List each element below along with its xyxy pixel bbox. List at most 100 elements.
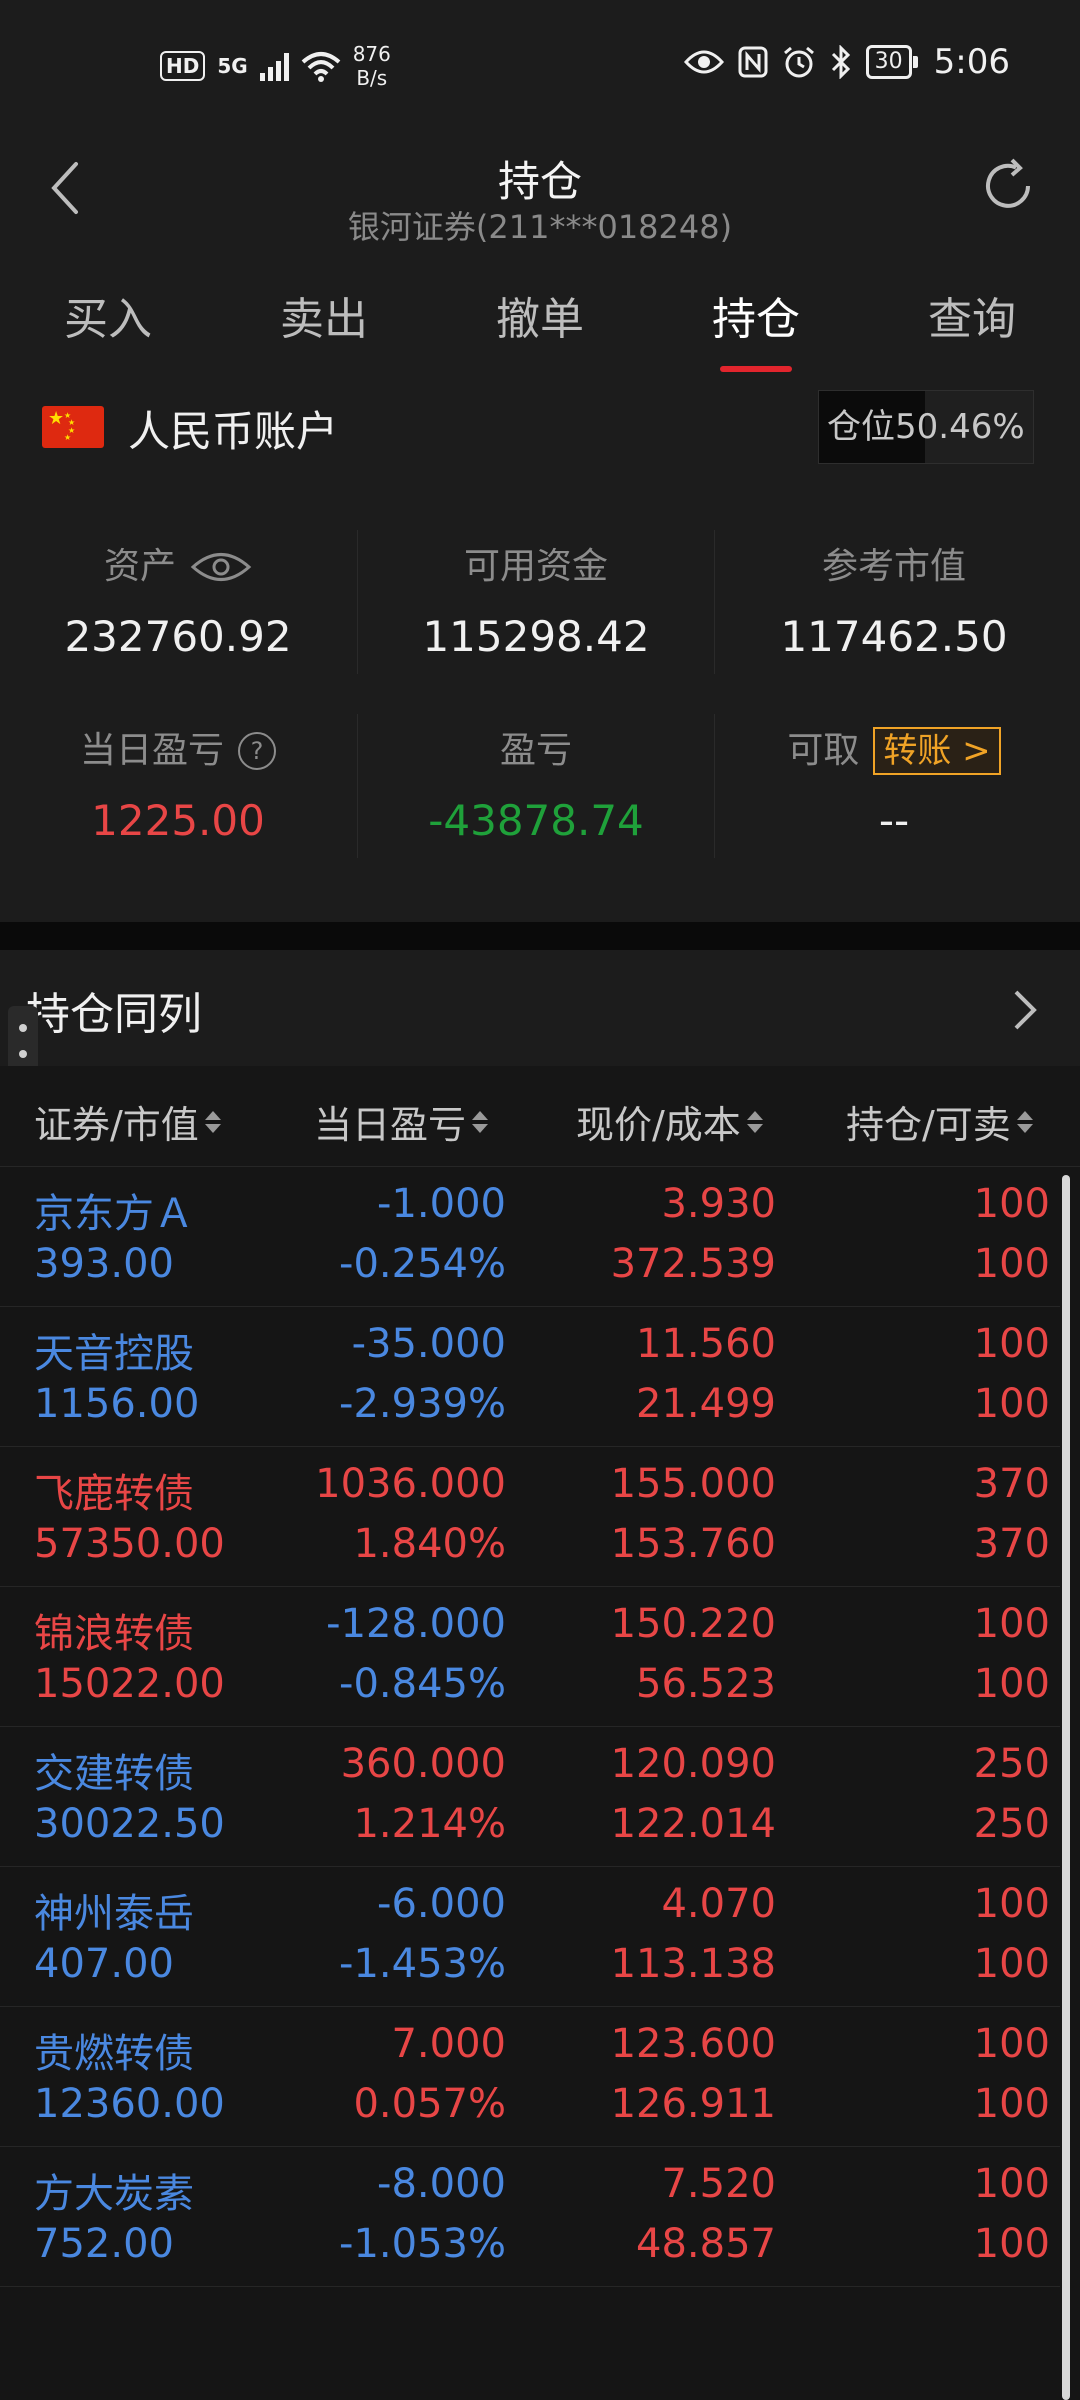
table-row[interactable]: 交建转债 30022.50 360.000 1.214% 120.090 122.014 2…: [0, 1727, 1060, 1867]
sellable-qty: 250: [973, 1801, 1050, 1847]
pl-label: 盈亏: [499, 730, 572, 771]
alarm-icon: [783, 46, 814, 78]
sellable-qty: 100: [973, 1661, 1050, 1707]
sellable-qty: 100: [973, 1381, 1050, 1427]
security-name: 锦浪转债: [34, 1611, 194, 1657]
eye-icon[interactable]: [190, 550, 252, 584]
refresh-icon[interactable]: [976, 154, 1040, 218]
daily-pl-percent: -1.053%: [339, 2221, 506, 2267]
daily-pl-value: 1225.00: [91, 796, 265, 845]
page-title: 持仓: [497, 157, 582, 206]
hd-badge: HD: [160, 51, 206, 81]
table-row[interactable]: 天音控股 1156.00 -35.000 -2.939% 11.560 21.499 100…: [0, 1307, 1060, 1447]
holding-qty: 100: [973, 1181, 1050, 1227]
tab-query[interactable]: 查询: [864, 260, 1080, 376]
col-security[interactable]: 证券/市值: [34, 1094, 221, 1149]
security-name: 方大炭素: [34, 2171, 194, 2217]
scrollbar[interactable]: [1062, 1175, 1070, 2400]
col-hold-sell[interactable]: 持仓/可卖: [846, 1094, 1033, 1149]
available-funds-cell: 可用资金 115298.42: [358, 542, 714, 661]
table-row[interactable]: 京东方Ａ 393.00 -1.000 -0.254% 3.930 372.539 100 10…: [0, 1167, 1060, 1307]
divider: [714, 714, 715, 858]
withdrawable-label: 可取: [787, 730, 860, 771]
market-value-cell: 参考市值 117462.50: [716, 542, 1072, 661]
daily-pl: 1036.000: [315, 1461, 506, 1507]
daily-pl: -35.000: [351, 1321, 506, 1367]
sort-icon: [746, 1110, 763, 1133]
holding-qty: 100: [973, 1881, 1050, 1927]
sort-icon: [1016, 1110, 1033, 1133]
table-row[interactable]: 神州泰岳 407.00 -6.000 -1.453% 4.070 113.138 100 10…: [0, 1867, 1060, 2007]
title-bar: 持仓 银河证券(211***018248): [0, 130, 1080, 260]
sort-icon: [472, 1110, 489, 1133]
table-row[interactable]: 方大炭素 752.00 -8.000 -1.053% 7.520 48.857 100 100: [0, 2147, 1060, 2287]
divider: [714, 530, 715, 674]
trade-tabs: 买入 卖出 撤单 持仓 查询: [0, 260, 1080, 376]
security-name: 京东方Ａ: [34, 1191, 194, 1237]
table-row[interactable]: 锦浪转债 15022.00 -128.000 -0.845% 150.220 56.523…: [0, 1587, 1060, 1727]
col-price-cost[interactable]: 现价/成本: [576, 1094, 763, 1149]
daily-pl-percent: -0.254%: [339, 1241, 506, 1287]
tab-holdings[interactable]: 持仓: [648, 260, 864, 376]
market-value: 393.00: [34, 1241, 174, 1287]
market-value-label: 参考市值: [821, 546, 966, 587]
cost-price: 56.523: [636, 1661, 776, 1707]
daily-pl-percent: 1.840%: [353, 1521, 506, 1567]
current-price: 150.220: [610, 1601, 776, 1647]
cost-price: 126.911: [610, 2081, 776, 2127]
network-label: 5G: [217, 54, 248, 78]
current-price: 123.600: [610, 2021, 776, 2067]
chevron-right-icon[interactable]: [1010, 988, 1040, 1032]
cost-price: 372.539: [610, 1241, 776, 1287]
tab-sell[interactable]: 卖出: [216, 260, 432, 376]
sellable-qty: 100: [973, 2221, 1050, 2267]
daily-pl: 7.000: [391, 2021, 506, 2067]
sellable-qty: 370: [973, 1521, 1050, 1567]
current-price: 155.000: [610, 1461, 776, 1507]
signal-icon: [259, 51, 289, 81]
tab-cancel[interactable]: 撤单: [432, 260, 648, 376]
section-gap: [0, 922, 1080, 950]
holdings-list: 京东方Ａ 393.00 -1.000 -0.254% 3.930 372.539 100 10…: [0, 1167, 1060, 2287]
holding-qty: 100: [973, 2021, 1050, 2067]
current-price: 3.930: [661, 1181, 776, 1227]
account-label: 人民币账户: [128, 407, 339, 456]
daily-pl: -128.000: [326, 1601, 506, 1647]
pl-value: -43878.74: [428, 796, 644, 845]
nfc-icon: [738, 46, 768, 78]
network-speed: 876 B/s: [353, 42, 391, 90]
account-subtitle: 银河证券(211***018248): [347, 208, 733, 246]
transfer-button[interactable]: 转账 >: [873, 727, 1001, 775]
daily-pl-percent: -0.845%: [339, 1661, 506, 1707]
sellable-qty: 100: [973, 1941, 1050, 1987]
security-name: 神州泰岳: [34, 1891, 194, 1937]
table-row[interactable]: 贵燃转债 12360.00 7.000 0.057% 123.600 126.911 100…: [0, 2007, 1060, 2147]
divider: [357, 714, 358, 858]
holding-qty: 100: [973, 2161, 1050, 2207]
daily-pl-percent: 1.214%: [353, 1801, 506, 1847]
table-row[interactable]: 飞鹿转债 57350.00 1036.000 1.840% 155.000 153.760…: [0, 1447, 1060, 1587]
daily-pl-label: 当日盈亏: [79, 730, 224, 771]
withdrawable-cell: 可取 转账 > --: [716, 726, 1072, 845]
help-icon[interactable]: ?: [238, 732, 276, 770]
market-value: 57350.00: [34, 1521, 225, 1567]
holding-qty: 100: [973, 1601, 1050, 1647]
market-value: 1156.00: [34, 1381, 200, 1427]
position-value: 50.46%: [895, 407, 1025, 447]
daily-pl-percent: -1.453%: [339, 1941, 506, 1987]
account-row: ★ ★ ★ ★ ★ 人民币账户 仓位50.46%: [0, 376, 1080, 477]
market-value: 30022.50: [34, 1801, 225, 1847]
market-value: 752.00: [34, 2221, 174, 2267]
col-daily-pl[interactable]: 当日盈亏: [314, 1094, 489, 1149]
tab-buy[interactable]: 买入: [0, 260, 216, 376]
market-value: 117462.50: [780, 612, 1008, 661]
cost-price: 122.014: [610, 1801, 776, 1847]
withdrawable-value: --: [878, 796, 910, 845]
status-right: 30 5:06: [683, 42, 1010, 82]
holdings-list-header[interactable]: 持仓同列: [0, 950, 1080, 1066]
current-price: 120.090: [610, 1741, 776, 1787]
daily-pl: -1.000: [377, 1181, 506, 1227]
security-name: 天音控股: [34, 1331, 194, 1377]
china-flag-icon: ★ ★ ★ ★ ★: [42, 406, 104, 448]
daily-pl-percent: 0.057%: [353, 2081, 506, 2127]
